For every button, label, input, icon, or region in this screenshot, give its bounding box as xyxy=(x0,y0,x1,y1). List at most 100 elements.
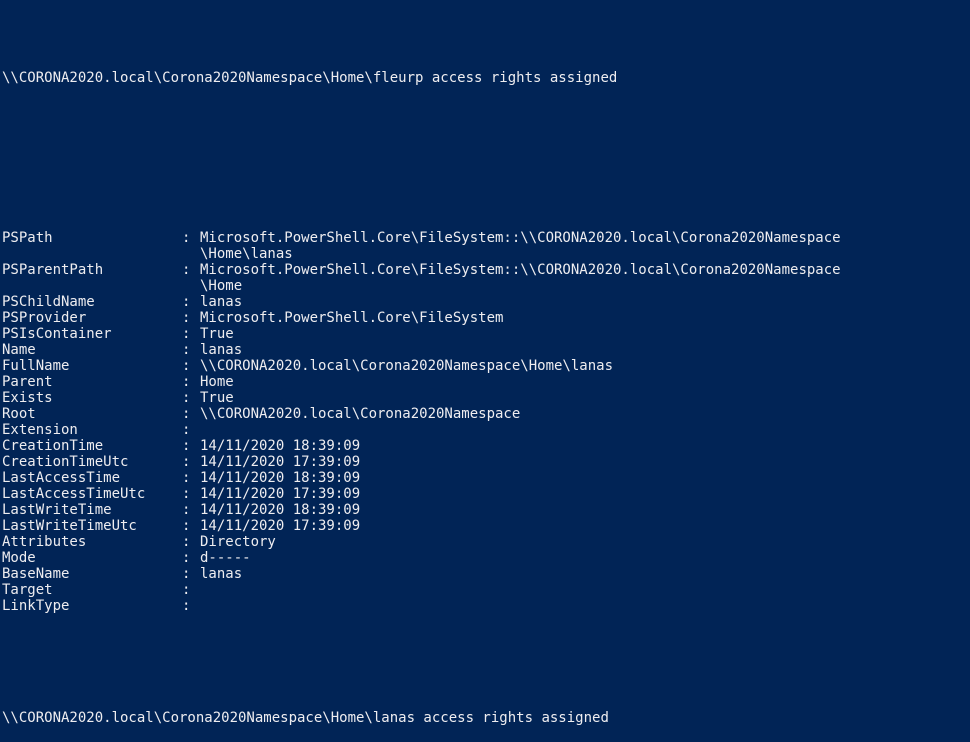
property-name: PSIsContainer xyxy=(2,326,112,342)
property-value: Home xyxy=(200,374,970,390)
property-name: PSProvider xyxy=(2,310,87,326)
property-name: Name xyxy=(2,342,36,358)
property-row: Name: lanas xyxy=(2,342,970,358)
property-row: PSProvider: Microsoft.PowerShell.Core\Fil… xyxy=(2,310,970,326)
property-value-text: 14/11/2020 17:39:09 xyxy=(200,518,361,534)
property-value-text: 14/11/2020 17:39:09 xyxy=(200,454,361,470)
property-value: \\CORONA2020.local\Corona2020Namespace\H… xyxy=(200,358,970,374)
property-separator: : xyxy=(182,582,191,598)
property-name: PSPath xyxy=(2,230,53,246)
property-value-text: d----- xyxy=(200,550,251,566)
property-value-text: True xyxy=(200,390,234,406)
property-separator: : xyxy=(182,390,191,406)
property-row: Mode: d----- xyxy=(2,550,970,566)
property-row: LastWriteTimeUtc:14/11/2020 17:39:09 xyxy=(2,518,970,534)
property-value-text: 14/11/2020 18:39:09 xyxy=(200,470,361,486)
property-name: PSChildName xyxy=(2,294,95,310)
property-value: lanas xyxy=(200,294,970,310)
property-value: 14/11/2020 18:39:09 xyxy=(200,438,970,454)
property-name: Parent xyxy=(2,374,53,390)
property-value-text: lanas xyxy=(200,294,243,310)
property-value: lanas xyxy=(200,342,970,358)
property-name: BaseName xyxy=(2,566,70,582)
property-row: LastWriteTime:14/11/2020 18:39:09 xyxy=(2,502,970,518)
property-separator: : xyxy=(182,518,191,534)
property-separator: : xyxy=(182,374,191,390)
property-separator: : xyxy=(182,294,191,310)
property-row: Exists: True xyxy=(2,390,970,406)
top-padding xyxy=(2,32,970,38)
property-row: PSParentPath: Microsoft.PowerShell.Core\F… xyxy=(2,262,970,294)
property-value: True xyxy=(200,390,970,406)
property-name: FullName xyxy=(2,358,70,374)
property-separator: : xyxy=(182,326,191,342)
footer-output-line: \\CORONA2020.local\Corona2020Namespace\H… xyxy=(2,710,609,726)
property-separator: : xyxy=(182,550,191,566)
property-value-text: Microsoft.PowerShell.Core\FileSystem::\\… xyxy=(200,262,841,278)
property-value: lanas xyxy=(200,566,970,582)
property-list: PSPath: Microsoft.PowerShell.Core\FileSys… xyxy=(2,230,970,614)
property-name: Target xyxy=(2,582,53,598)
property-separator: : xyxy=(182,262,191,278)
property-separator: : xyxy=(182,598,191,614)
property-row: Target: xyxy=(2,582,970,598)
property-row: LastAccessTimeUtc:14/11/2020 17:39:09 xyxy=(2,486,970,502)
property-value xyxy=(200,582,970,598)
property-value-text: Microsoft.PowerShell.Core\FileSystem::\\… xyxy=(200,230,841,246)
property-separator: : xyxy=(182,486,191,502)
property-separator: : xyxy=(182,406,191,422)
property-value-text: \\CORONA2020.local\Corona2020Namespace\H… xyxy=(200,358,614,374)
property-name: Extension xyxy=(2,422,78,438)
property-value-text: Directory xyxy=(200,534,276,550)
property-value: Directory xyxy=(200,534,970,550)
property-value-continuation: \Home\lanas xyxy=(200,246,293,262)
property-separator: : xyxy=(182,358,191,374)
property-value: 14/11/2020 17:39:09 xyxy=(200,454,970,470)
property-separator: : xyxy=(182,566,191,582)
property-row: LastAccessTime:14/11/2020 18:39:09 xyxy=(2,470,970,486)
property-value-text: Microsoft.PowerShell.Core\FileSystem xyxy=(200,310,504,326)
property-row: Root: \\CORONA2020.local\Corona2020Namesp… xyxy=(2,406,970,422)
property-name: LinkType xyxy=(2,598,70,614)
property-name: PSParentPath xyxy=(2,262,104,278)
property-value-text: 14/11/2020 17:39:09 xyxy=(200,486,361,502)
property-name: CreationTime xyxy=(2,438,104,454)
property-name: Attributes xyxy=(2,534,87,550)
property-value: 14/11/2020 18:39:09 xyxy=(200,502,970,518)
property-row: PSPath: Microsoft.PowerShell.Core\FileSys… xyxy=(2,230,970,262)
property-value-text: 14/11/2020 18:39:09 xyxy=(200,438,361,454)
property-row: Parent: Home xyxy=(2,374,970,390)
property-row: Attributes: Directory xyxy=(2,534,970,550)
property-name: LastWriteTimeUtc xyxy=(2,518,137,534)
property-value: d----- xyxy=(200,550,970,566)
property-value: 14/11/2020 17:39:09 xyxy=(200,518,970,534)
property-row: CreationTimeUtc:14/11/2020 17:39:09 xyxy=(2,454,970,470)
property-value xyxy=(200,598,970,614)
property-row: FullName: \\CORONA2020.local\Corona2020Na… xyxy=(2,358,970,374)
property-value: Microsoft.PowerShell.Core\FileSystem::\\… xyxy=(200,262,970,294)
property-value-text: lanas xyxy=(200,342,243,358)
property-row: CreationTime:14/11/2020 18:39:09 xyxy=(2,438,970,454)
property-value-continuation: \Home xyxy=(200,278,243,294)
property-row: PSIsContainer: True xyxy=(2,326,970,342)
powershell-console[interactable]: \\CORONA2020.local\Corona2020Namespace \H… xyxy=(0,0,970,726)
property-name: Root xyxy=(2,406,36,422)
property-separator: : xyxy=(182,534,191,550)
property-name: Mode xyxy=(2,550,36,566)
property-separator: : xyxy=(182,470,191,486)
property-separator: : xyxy=(182,438,191,454)
property-row: LinkType: xyxy=(2,598,970,614)
property-value-text: Home xyxy=(200,374,234,390)
property-name: LastAccessTimeUtc xyxy=(2,486,146,502)
property-separator: : xyxy=(182,454,191,470)
property-name: CreationTimeUtc xyxy=(2,454,129,470)
property-value xyxy=(200,422,970,438)
property-value: 14/11/2020 18:39:09 xyxy=(200,470,970,486)
property-value-text: lanas xyxy=(200,566,243,582)
property-name: LastAccessTime xyxy=(2,470,121,486)
property-value-text: True xyxy=(200,326,234,342)
header-output-line: \\CORONA2020.local\Corona2020Namespace\H… xyxy=(2,70,618,86)
property-name: Exists xyxy=(2,390,53,406)
